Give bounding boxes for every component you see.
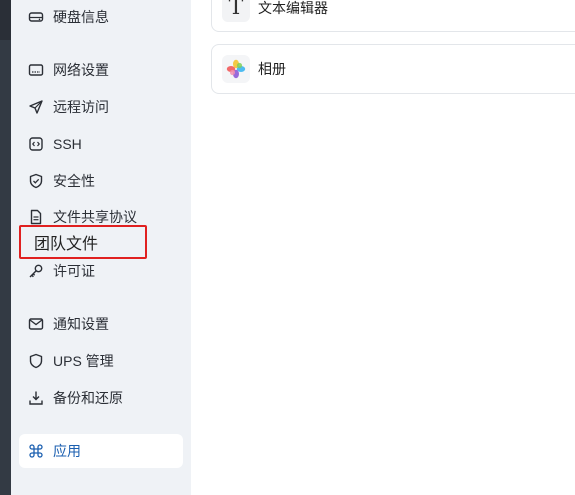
command-icon	[27, 442, 45, 460]
sidebar-item-label: 文件共享协议	[53, 209, 137, 225]
sidebar-item-license[interactable]: 许可证	[19, 254, 183, 288]
sidebar-item-label: 通知设置	[53, 316, 109, 332]
mail-icon	[27, 315, 45, 333]
download-tray-icon	[27, 389, 45, 407]
screen: 硬盘信息 网络设置 远程访问 SSH 安全性 文件共享协议 许可证 通知设置 U…	[0, 0, 575, 495]
app-card-text-editor[interactable]: T 文本编辑器	[211, 0, 575, 32]
sidebar-item-notifications[interactable]: 通知设置	[19, 307, 183, 341]
main-content: T 文本编辑器 相册	[191, 0, 575, 495]
sidebar-item-apps[interactable]: 应用	[19, 434, 183, 468]
sidebar-item-network[interactable]: 网络设置	[19, 53, 183, 87]
sidebar-item-label: 安全性	[53, 173, 95, 189]
sidebar-item-backup[interactable]: 备份和还原	[19, 381, 183, 415]
sidebar-item-security[interactable]: 安全性	[19, 164, 183, 198]
send-icon	[27, 98, 45, 116]
shield-check-icon	[27, 172, 45, 190]
sidebar-item-remote-access[interactable]: 远程访问	[19, 90, 183, 124]
sidebar-item-label: SSH	[53, 136, 82, 152]
app-card-label: 文本编辑器	[258, 0, 328, 16]
sidebar-item-label: 硬盘信息	[53, 9, 109, 25]
text-editor-icon: T	[222, 0, 250, 22]
sidebar-item-label: 应用	[53, 443, 81, 459]
highlight-label: 团队文件	[34, 236, 99, 253]
photos-icon	[222, 55, 250, 83]
sidebar-item-label: 备份和还原	[53, 390, 123, 406]
sidebar-item-label: 网络设置	[53, 62, 109, 78]
app-card-label: 相册	[258, 61, 286, 77]
sidebar-item-ssh[interactable]: SSH	[19, 127, 183, 161]
sidebar-item-label: UPS 管理	[53, 353, 114, 369]
sidebar-item-disk-info[interactable]: 硬盘信息	[19, 0, 183, 34]
sidebar-item-label: 许可证	[53, 263, 95, 279]
disk-icon	[27, 8, 45, 26]
shield-icon	[27, 352, 45, 370]
highlight-annotation: 团队文件	[19, 225, 147, 259]
key-icon	[27, 262, 45, 280]
network-icon	[27, 61, 45, 79]
document-icon	[27, 208, 45, 226]
code-icon	[27, 135, 45, 153]
sidebar-item-label: 远程访问	[53, 99, 109, 115]
window-edge	[0, 0, 11, 495]
app-card-photos[interactable]: 相册	[211, 44, 575, 94]
sidebar-item-ups[interactable]: UPS 管理	[19, 344, 183, 378]
